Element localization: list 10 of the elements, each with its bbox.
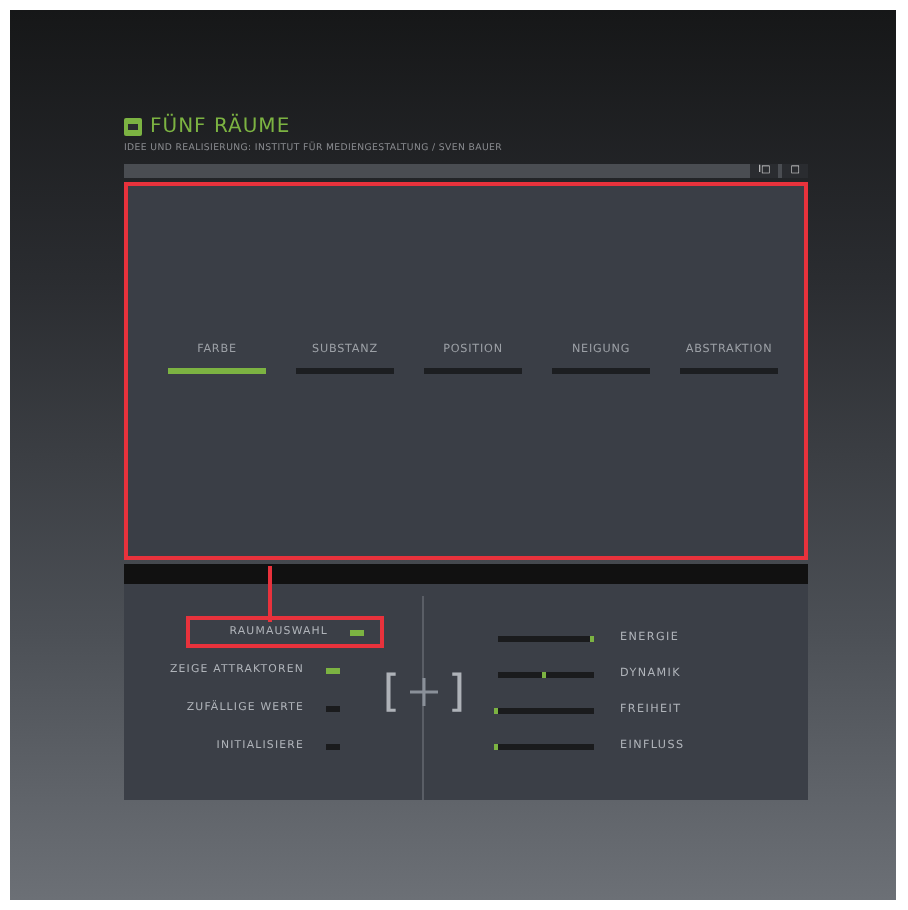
slider[interactable]: [498, 671, 594, 677]
slider[interactable]: [498, 635, 594, 641]
crosshair-icon: [408, 676, 440, 708]
app-title: FÜNF RÄUME: [150, 115, 291, 137]
slider[interactable]: [498, 707, 594, 713]
leader-line: [268, 566, 272, 622]
slider[interactable]: [498, 743, 594, 749]
bracket-text: [: [382, 667, 400, 717]
bracket-text: ]: [448, 667, 466, 717]
logo-icon: [124, 117, 142, 135]
